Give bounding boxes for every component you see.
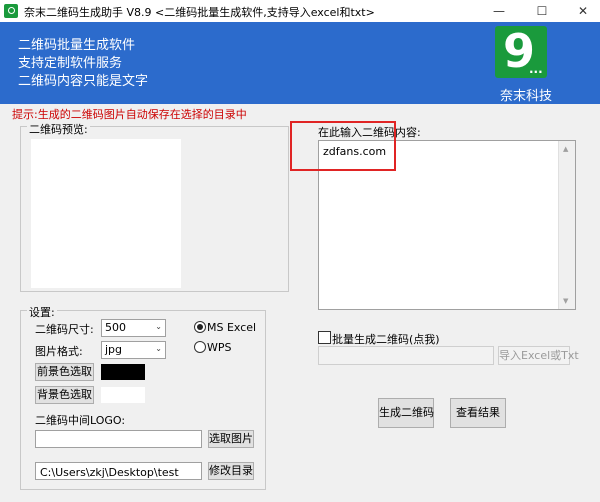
settings-title: 设置:	[27, 304, 57, 320]
app-icon	[4, 4, 18, 18]
fg-color-swatch	[101, 364, 145, 380]
app-window: 奈末二维码生成助手 V8.9 <二维码批量生成软件,支持导入excel和txt>…	[0, 0, 600, 502]
size-label: 二维码尺寸:	[35, 323, 94, 336]
minimize-button[interactable]: —	[484, 1, 514, 21]
bg-color-button[interactable]: 背景色选取	[35, 386, 94, 404]
logo-dots: ...	[529, 62, 543, 76]
radio-excel[interactable]	[194, 321, 206, 333]
output-path-input[interactable]: C:\Users\zkj\Desktop\test	[35, 462, 202, 480]
qr-preview	[31, 139, 181, 288]
import-button[interactable]: 导入Excel或Txt	[498, 346, 579, 365]
batch-path-input[interactable]	[318, 346, 494, 365]
chevron-down-icon: ⌄	[155, 344, 162, 353]
change-dir-button[interactable]: 修改目录	[208, 462, 254, 480]
scroll-down-icon[interactable]: ▼	[563, 297, 568, 305]
radio-wps[interactable]	[194, 341, 206, 353]
format-label: 图片格式:	[35, 345, 83, 358]
batch-label[interactable]: 批量生成二维码(点我)	[332, 331, 440, 347]
save-hint: 提示:生成的二维码图片自动保存在选择的目录中	[12, 108, 247, 121]
format-value: jpg	[105, 343, 123, 356]
select-image-button[interactable]: 选取图片	[208, 430, 254, 448]
output-path-value: C:\Users\zkj\Desktop\test	[40, 466, 179, 479]
radio-wps-label[interactable]: WPS	[207, 341, 232, 354]
window-title: 奈末二维码生成助手 V8.9 <二维码批量生成软件,支持导入excel和txt>	[24, 6, 375, 19]
batch-checkbox[interactable]	[318, 331, 331, 344]
header-banner: 二维码批量生成软件 支持定制软件服务 二维码内容只能是文字 9 ... 奈末科技	[0, 22, 600, 104]
close-button[interactable]: ✕	[568, 1, 598, 21]
format-select[interactable]: jpg ⌄	[101, 341, 166, 359]
bg-color-swatch	[101, 387, 145, 403]
banner-line-2: 支持定制软件服务	[18, 56, 123, 71]
scroll-up-icon[interactable]: ▲	[563, 145, 568, 153]
textarea-scrollbar[interactable]: ▲ ▼	[558, 141, 575, 309]
maximize-button[interactable]: ☐	[527, 1, 557, 21]
radio-excel-label[interactable]: MS Excel	[207, 321, 256, 334]
generate-button[interactable]: 生成二维码	[378, 398, 434, 428]
logo-path-input[interactable]	[35, 430, 202, 448]
company-logo: 9 ...	[495, 24, 547, 78]
logo-label: 二维码中间LOGO:	[35, 414, 126, 427]
chevron-down-icon: ⌄	[155, 322, 162, 331]
title-bar: 奈末二维码生成助手 V8.9 <二维码批量生成软件,支持导入excel和txt>…	[0, 0, 600, 23]
preview-label: 二维码预览:	[27, 121, 90, 137]
fg-color-button[interactable]: 前景色选取	[35, 363, 94, 381]
company-name: 奈末科技	[500, 89, 553, 104]
banner-line-1: 二维码批量生成软件	[18, 38, 136, 53]
view-results-button[interactable]: 查看结果	[450, 398, 506, 428]
size-select[interactable]: 500 ⌄	[101, 319, 166, 337]
highlight-box	[290, 121, 396, 171]
size-value: 500	[105, 321, 126, 334]
banner-line-3: 二维码内容只能是文字	[18, 74, 149, 89]
